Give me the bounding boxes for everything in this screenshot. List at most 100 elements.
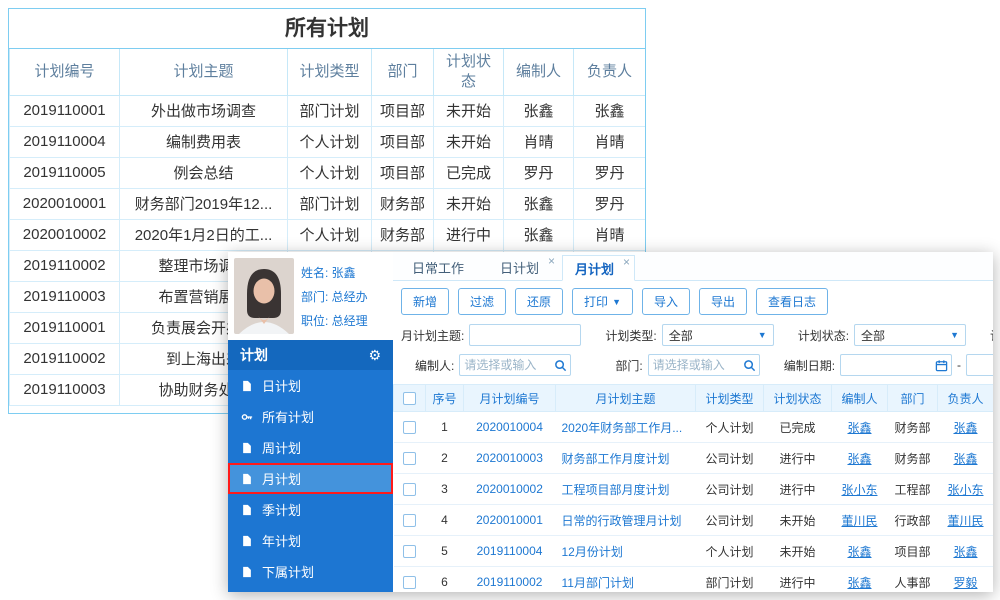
sidebar-item-label: 下属计划 — [262, 565, 315, 580]
cell-subject[interactable]: 工程项目部月度计划 — [555, 473, 696, 505]
cell-owner[interactable]: 张鑫 — [937, 442, 993, 474]
profile-info: 姓名: 张鑫 部门: 总经办 职位: 总经理 — [301, 264, 368, 329]
fg-table-header-row: 序号 月计划编号 月计划主题 计划类型 计划状态 编制人 部门 负责人 — [393, 384, 993, 412]
cell-subject[interactable]: 财务部工作月度计划 — [555, 442, 696, 474]
cell-status: 未开始 — [763, 535, 832, 567]
cell-owner[interactable]: 张小东 — [937, 473, 993, 505]
restore-button[interactable]: 还原 — [515, 288, 564, 315]
fg-table-row: 6 2019110002 11月部门计划 部门计划 进行中 张鑫 人事部 罗毅 — [393, 566, 993, 592]
sidebar-header-label: 计划 — [240, 347, 268, 363]
bg-column-header: 负责人 — [573, 49, 645, 96]
cell-type: 公司计划 — [695, 504, 764, 536]
bg-table-cell: 部门计划 — [287, 94, 372, 127]
row-checkbox[interactable] — [403, 421, 416, 435]
bg-table-cell: 2019110001 — [9, 311, 120, 344]
filter-row-2: 编制人: 部门: — [401, 354, 993, 376]
view-log-button[interactable]: 查看日志 — [756, 288, 829, 315]
fg-column-header: 序号 — [425, 384, 464, 412]
bg-table-header-row: 计划编号 计划主题 计划类型 部门 计划状态 编制人 负责人 — [9, 49, 645, 96]
cell-owner[interactable]: 张鑫 — [937, 535, 993, 567]
calendar-icon[interactable] — [935, 359, 948, 372]
bg-table-cell: 财务部门2019年12... — [119, 187, 288, 220]
sidebar-item-monthly-plan[interactable]: 月计划 — [228, 463, 393, 494]
add-button[interactable]: 新增 — [401, 288, 450, 315]
sidebar-item-label: 周计划 — [262, 441, 302, 456]
cell-creator[interactable]: 张鑫 — [831, 442, 888, 474]
cell-creator[interactable]: 董川民 — [831, 504, 888, 536]
cell-code[interactable]: 2020010004 — [463, 411, 556, 443]
select-all-checkbox[interactable] — [403, 392, 416, 406]
row-checkbox[interactable] — [403, 514, 416, 528]
type-filter-value: 全部 — [668, 328, 693, 343]
bg-table-cell: 进行中 — [433, 218, 504, 251]
tab-monthly-plan[interactable]: 月计划 × — [562, 255, 636, 281]
type-filter-select[interactable]: 全部 ▼ — [661, 324, 774, 346]
tab-daily-work[interactable]: 日常工作 — [399, 254, 485, 280]
sidebar-item-annual-plan[interactable]: 年计划 — [228, 525, 393, 556]
row-checkbox-cell — [393, 535, 426, 567]
import-button[interactable]: 导入 — [641, 288, 690, 315]
search-icon[interactable] — [743, 359, 756, 372]
cell-subject[interactable]: 11月部门计划 — [555, 566, 696, 592]
date-range-separator: - — [957, 358, 962, 372]
status-filter-select[interactable]: 全部 ▼ — [854, 324, 967, 346]
cell-code[interactable]: 2020010003 — [463, 442, 556, 474]
print-button[interactable]: 打印 ▼ — [572, 288, 633, 315]
cell-type: 个人计划 — [695, 535, 764, 567]
bg-table-cell: 张鑫 — [503, 94, 574, 127]
cell-no: 4 — [425, 504, 464, 536]
sidebar-item-weekly-plan[interactable]: 周计划 — [228, 432, 393, 463]
cell-status: 进行中 — [763, 566, 832, 592]
tab-close-icon[interactable]: × — [548, 255, 555, 267]
sidebar-item-quarterly-plan[interactable]: 季计划 — [228, 494, 393, 525]
cell-code[interactable]: 2019110002 — [463, 566, 556, 592]
cell-subject[interactable]: 2020年财务部工作月... — [555, 411, 696, 443]
row-checkbox[interactable] — [403, 576, 416, 590]
bg-column-header: 部门 — [371, 49, 434, 96]
sidebar-item-subordinate-plans[interactable]: 下属计划 — [228, 556, 393, 587]
cell-no: 5 — [425, 535, 464, 567]
cell-subject[interactable]: 日常的行政管理月计划 — [555, 504, 696, 536]
bg-table-cell: 外出做市场调查 — [119, 94, 288, 127]
file-icon — [241, 535, 253, 547]
cell-creator[interactable]: 张鑫 — [831, 411, 888, 443]
cell-no: 6 — [425, 566, 464, 592]
row-checkbox[interactable] — [403, 545, 416, 559]
profile-photo — [234, 258, 294, 334]
sidebar-nav: 日计划 所有计划周计划月计划 季计划 年计划下属计划 — [228, 370, 393, 587]
cell-code[interactable]: 2019110004 — [463, 535, 556, 567]
tab-daily-plan[interactable]: 日计划 × — [487, 254, 560, 280]
bg-table-cell: 张鑫 — [573, 94, 645, 127]
search-icon[interactable] — [554, 359, 567, 372]
cell-creator[interactable]: 张鑫 — [831, 535, 888, 567]
sidebar-item-daily-plan[interactable]: 日计划 — [228, 370, 393, 401]
sidebar-item-all-plans[interactable]: 所有计划 — [228, 401, 393, 432]
file-icon — [241, 504, 253, 516]
row-checkbox[interactable] — [403, 483, 416, 497]
bg-table-cell: 财务部 — [371, 218, 434, 251]
file-icon — [241, 473, 253, 485]
cell-subject[interactable]: 12月份计划 — [555, 535, 696, 567]
bg-table-row: 2019110005 例会总结 个人计划 项目部 已完成 罗丹 罗丹 — [9, 156, 645, 189]
cell-creator[interactable]: 张鑫 — [831, 566, 888, 592]
row-checkbox[interactable] — [403, 452, 416, 466]
cell-creator[interactable]: 张小东 — [831, 473, 888, 505]
filter-button[interactable]: 过滤 — [458, 288, 507, 315]
cell-owner[interactable]: 罗毅 — [937, 566, 993, 592]
all-plans-title: 所有计划 — [9, 9, 645, 49]
bg-table-cell: 2019110002 — [9, 342, 120, 375]
cell-dept: 财务部 — [887, 411, 938, 443]
cell-code[interactable]: 2020010002 — [463, 473, 556, 505]
cell-owner[interactable]: 张鑫 — [937, 411, 993, 443]
export-button[interactable]: 导出 — [699, 288, 748, 315]
gear-icon[interactable]: ⚙ — [368, 347, 381, 364]
file-icon — [241, 566, 253, 578]
status-filter-label: 计划状态: — [797, 328, 850, 343]
subject-filter-label: 月计划主题: — [401, 328, 465, 343]
cell-owner[interactable]: 董川民 — [937, 504, 993, 536]
tab-close-icon[interactable]: × — [623, 256, 630, 268]
compile-date-end-input[interactable] — [966, 354, 993, 376]
subject-filter-input[interactable] — [469, 324, 582, 346]
bg-table-cell: 肖晴 — [573, 125, 645, 158]
cell-code[interactable]: 2020010001 — [463, 504, 556, 536]
